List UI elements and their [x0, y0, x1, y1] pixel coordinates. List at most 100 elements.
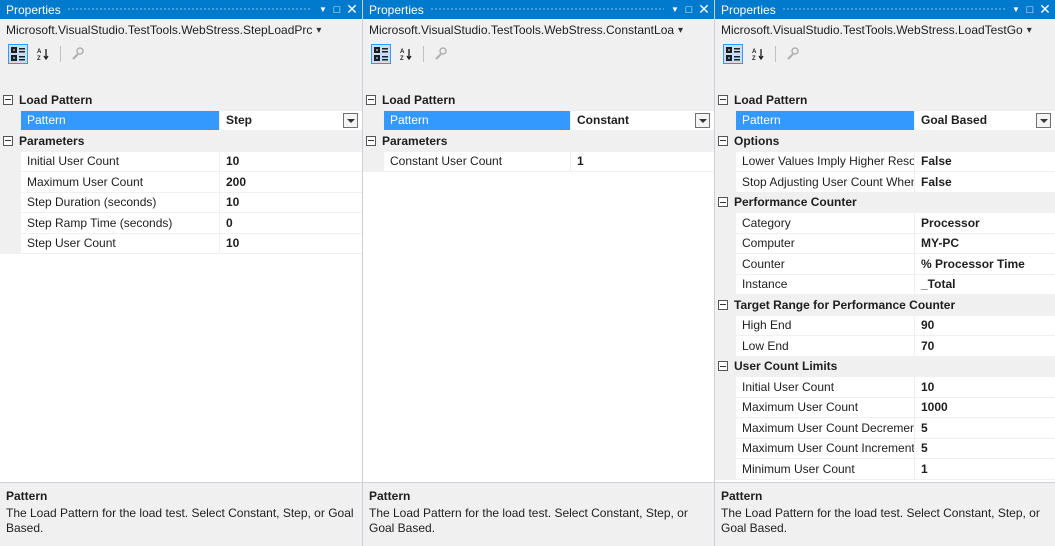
property-row[interactable]: Pattern Constant	[363, 110, 714, 131]
categorized-button[interactable]	[723, 43, 743, 64]
property-row[interactable]: Initial User Count 10	[0, 151, 362, 172]
collapse-icon[interactable]	[366, 94, 376, 105]
property-row[interactable]: Instance _Total	[715, 274, 1055, 295]
property-value-text: Constant	[577, 113, 629, 128]
property-value[interactable]: False	[915, 172, 1055, 192]
dropdown-button[interactable]	[1036, 112, 1051, 128]
property-value[interactable]: 10	[220, 152, 362, 172]
category-row[interactable]: Parameters	[363, 131, 714, 152]
maximize-icon[interactable]: □	[1023, 4, 1037, 16]
collapse-icon[interactable]	[366, 135, 376, 146]
drag-grip[interactable]	[66, 7, 312, 12]
collapse-icon[interactable]	[718, 197, 728, 208]
chevron-down-icon[interactable]: ▾	[1027, 25, 1032, 36]
property-row[interactable]: High End 90	[715, 315, 1055, 336]
collapse-icon[interactable]	[718, 361, 728, 372]
property-pages-button[interactable]	[67, 44, 87, 64]
property-value[interactable]: 90	[915, 316, 1055, 336]
maximize-icon[interactable]: □	[330, 4, 344, 16]
maximize-icon[interactable]: □	[682, 4, 696, 16]
property-value[interactable]: 10	[220, 234, 362, 254]
collapse-icon[interactable]	[718, 299, 728, 310]
property-row[interactable]: Maximum User Count Increment 5	[715, 438, 1055, 459]
category-row[interactable]: Target Range for Performance Counter	[715, 295, 1055, 316]
dropdown-button[interactable]	[343, 112, 358, 128]
row-gutter	[715, 233, 736, 253]
category-row[interactable]: Parameters	[0, 131, 362, 152]
row-gutter	[715, 213, 736, 233]
property-row[interactable]: Pattern Step	[0, 110, 362, 131]
property-pages-button[interactable]	[430, 44, 450, 64]
property-row[interactable]: Maximum User Count Decrement 5	[715, 418, 1055, 439]
property-value[interactable]: 1	[571, 152, 714, 172]
property-value[interactable]: Step	[220, 110, 362, 130]
property-value-text: 1	[577, 154, 584, 169]
close-icon[interactable]: ✕	[1037, 1, 1053, 18]
category-row[interactable]: Performance Counter	[715, 192, 1055, 213]
categorized-button[interactable]	[371, 43, 391, 64]
object-selector[interactable]: Microsoft.VisualStudio.TestTools.WebStre…	[0, 19, 362, 41]
property-value[interactable]: 70	[915, 336, 1055, 356]
property-row[interactable]: Low End 70	[715, 336, 1055, 357]
property-value[interactable]: _Total	[915, 275, 1055, 295]
collapse-icon[interactable]	[718, 94, 728, 105]
property-row[interactable]: Counter % Processor Time	[715, 254, 1055, 275]
category-row[interactable]: Load Pattern	[715, 90, 1055, 111]
property-value[interactable]: 200	[220, 172, 362, 192]
property-row[interactable]: Lower Values Imply Higher Resour False	[715, 151, 1055, 172]
close-icon[interactable]: ✕	[696, 1, 712, 18]
dropdown-arrow-icon[interactable]: ▼	[316, 5, 330, 14]
property-row[interactable]: Step User Count 10	[0, 233, 362, 254]
dropdown-arrow-icon[interactable]: ▼	[668, 5, 682, 14]
property-value[interactable]: 10	[915, 377, 1055, 397]
property-value[interactable]: MY-PC	[915, 234, 1055, 254]
property-row[interactable]: Minimum User Count 1	[715, 459, 1055, 480]
property-row[interactable]: Computer MY-PC	[715, 233, 1055, 254]
dropdown-button[interactable]	[695, 112, 710, 128]
category-row[interactable]: Load Pattern	[363, 90, 714, 111]
property-value[interactable]: % Processor Time	[915, 254, 1055, 274]
property-row[interactable]: Maximum User Count 1000	[715, 397, 1055, 418]
property-value[interactable]: 5	[915, 418, 1055, 438]
collapse-icon[interactable]	[3, 135, 13, 146]
alphabetical-button[interactable]: AZ	[397, 44, 417, 64]
property-row[interactable]: Pattern Goal Based	[715, 110, 1055, 131]
property-value[interactable]: False	[915, 152, 1055, 172]
svg-text:Z: Z	[752, 56, 756, 61]
dropdown-arrow-icon[interactable]: ▼	[1009, 5, 1023, 14]
chevron-down-icon[interactable]: ▾	[316, 25, 321, 36]
property-value[interactable]: Goal Based	[915, 110, 1055, 130]
category-row[interactable]: Options	[715, 131, 1055, 152]
property-row[interactable]: Step Duration (seconds) 10	[0, 192, 362, 213]
property-value[interactable]: 1	[915, 459, 1055, 479]
collapse-icon[interactable]	[3, 94, 13, 105]
chevron-down-icon[interactable]: ▾	[678, 25, 683, 36]
property-value[interactable]: Constant	[571, 110, 714, 130]
property-value[interactable]: 10	[220, 193, 362, 213]
categorized-button[interactable]	[8, 43, 28, 64]
drag-grip[interactable]	[429, 7, 664, 12]
close-icon[interactable]: ✕	[344, 1, 360, 18]
property-row[interactable]: Stop Adjusting User Count When (False	[715, 172, 1055, 193]
property-row[interactable]: Maximum User Count 200	[0, 172, 362, 193]
property-value[interactable]: 1000	[915, 398, 1055, 418]
row-gutter	[715, 274, 736, 294]
category-row[interactable]: User Count Limits	[715, 356, 1055, 377]
collapse-icon[interactable]	[718, 135, 728, 146]
property-pages-button[interactable]	[782, 44, 802, 64]
object-selector[interactable]: Microsoft.VisualStudio.TestTools.WebStre…	[715, 19, 1055, 41]
property-value[interactable]: 0	[220, 213, 362, 233]
property-row[interactable]: Initial User Count 10	[715, 377, 1055, 398]
object-selector[interactable]: Microsoft.VisualStudio.TestTools.WebStre…	[363, 19, 714, 41]
svg-text:Z: Z	[400, 56, 404, 61]
property-value[interactable]: Processor	[915, 213, 1055, 233]
property-row[interactable]: Step Ramp Time (seconds) 0	[0, 213, 362, 234]
property-row[interactable]: Category Processor	[715, 213, 1055, 234]
alphabetical-button[interactable]: AZ	[34, 44, 54, 64]
alphabetical-button[interactable]: AZ	[749, 44, 769, 64]
property-value[interactable]: 5	[915, 439, 1055, 459]
category-row[interactable]: Load Pattern	[0, 90, 362, 111]
property-name: Category	[736, 213, 915, 233]
drag-grip[interactable]	[781, 7, 1005, 12]
property-row[interactable]: Constant User Count 1	[363, 151, 714, 172]
